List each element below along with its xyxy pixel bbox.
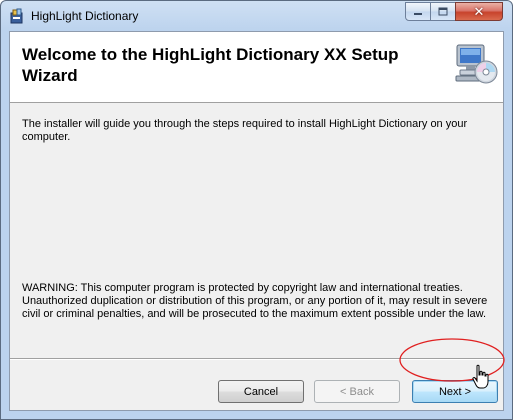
setup-window: HighLight Dictionary ✕ Welcome to the Hi… <box>0 0 513 420</box>
window-title: HighLight Dictionary <box>31 9 139 23</box>
close-icon: ✕ <box>473 4 485 19</box>
maximize-button[interactable] <box>430 2 456 21</box>
minimize-icon <box>414 12 422 15</box>
intro-text: The installer will guide you through the… <box>22 118 468 143</box>
close-button[interactable]: ✕ <box>455 2 503 21</box>
copyright-warning-text: WARNING: This computer program is protec… <box>22 282 488 320</box>
title-bar[interactable]: HighLight Dictionary ✕ <box>1 1 512 31</box>
hand-pointer-cursor <box>472 364 489 389</box>
installer-app-icon <box>10 8 23 24</box>
computer-cd-icon <box>455 44 498 84</box>
minimize-button[interactable] <box>405 2 431 21</box>
back-button[interactable]: < Back <box>314 380 400 403</box>
cancel-button[interactable]: Cancel <box>218 380 304 403</box>
wizard-header: Welcome to the HighLight Dictionary XX S… <box>10 32 503 103</box>
maximize-icon <box>438 7 448 16</box>
wizard-heading: Welcome to the HighLight Dictionary XX S… <box>22 45 399 85</box>
